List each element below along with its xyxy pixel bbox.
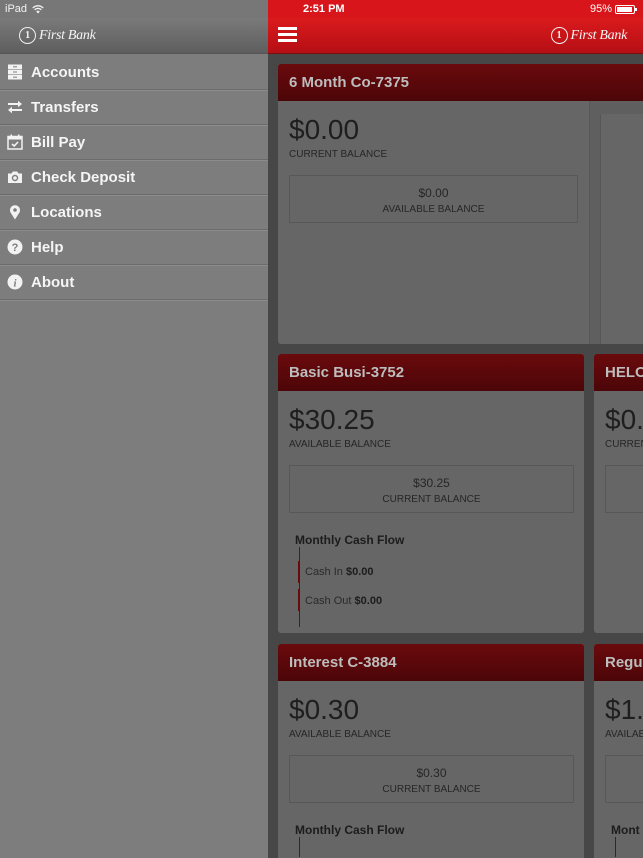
map-pin-icon bbox=[7, 204, 23, 220]
accounts-drawer-icon bbox=[7, 64, 23, 80]
secondary-balance: $0.30 bbox=[416, 766, 447, 780]
bank-seal-icon: 1 bbox=[19, 27, 36, 44]
primary-balance: $0.00 bbox=[289, 114, 360, 145]
sidebar-item-check-deposit[interactable]: Check Deposit bbox=[0, 160, 268, 195]
secondary-balance-box: $0.30 CURRENT BALANCE bbox=[289, 755, 574, 803]
primary-balance: $1. bbox=[605, 694, 643, 725]
sidebar-nav: Accounts Transfers Bill Pay Check Deposi… bbox=[0, 55, 268, 300]
account-card[interactable]: HELO $0. CURREN bbox=[594, 354, 643, 633]
primary-balance: $0. bbox=[605, 404, 643, 435]
transfer-arrows-icon bbox=[7, 99, 23, 115]
primary-balance-label: CURREN bbox=[605, 439, 643, 450]
account-card[interactable]: Basic Busi-3752 $30.25 AVAILABLE BALANCE… bbox=[278, 354, 584, 633]
cash-out-value: $0.00 bbox=[354, 595, 383, 607]
sidebar-item-help[interactable]: ? Help bbox=[0, 230, 268, 265]
secondary-balance-label: CURRENT BALANCE bbox=[382, 784, 481, 795]
wifi-icon bbox=[32, 4, 44, 13]
sidebar-item-label: Bill Pay bbox=[31, 133, 86, 151]
secondary-balance-label: AVAILABLE BALANCE bbox=[382, 204, 485, 215]
info-circle-icon: i bbox=[7, 274, 23, 290]
cash-flow-axis bbox=[299, 547, 300, 627]
account-card[interactable]: 6 Month Co-7375 $0.00 CURRENT BALANCE $0… bbox=[278, 64, 643, 344]
battery-icon bbox=[615, 4, 637, 14]
account-name: Interest C-3884 bbox=[278, 644, 584, 681]
account-name: Regu bbox=[594, 644, 643, 681]
primary-balance: $30.25 bbox=[289, 404, 375, 435]
cash-flow-axis bbox=[615, 837, 616, 857]
account-name: 6 Month Co-7375 bbox=[278, 64, 643, 101]
sidebar-item-label: About bbox=[31, 273, 75, 291]
secondary-balance: $30.25 bbox=[413, 476, 450, 490]
primary-balance: $0.30 bbox=[289, 694, 360, 725]
cash-in-row: Cash In $0.00 bbox=[305, 566, 374, 578]
account-card[interactable]: Regu $1. AVAILAB Mont bbox=[594, 644, 643, 858]
sidebar-item-label: Help bbox=[31, 238, 64, 256]
bank-seal-icon: 1 bbox=[550, 27, 568, 44]
hamburger-menu-button[interactable] bbox=[278, 27, 297, 43]
primary-balance-label: AVAILABLE BALANCE bbox=[289, 729, 391, 740]
hamburger-icon-line bbox=[278, 39, 297, 42]
sidebar-item-transfers[interactable]: Transfers bbox=[0, 90, 268, 125]
logo-text: First Bank bbox=[570, 27, 628, 43]
cash-in-label: Cash In bbox=[305, 566, 343, 578]
camera-icon bbox=[7, 169, 23, 185]
cash-flow-axis bbox=[299, 837, 300, 857]
battery-percent: 95% bbox=[589, 3, 612, 15]
account-card[interactable]: Interest C-3884 $0.30 AVAILABLE BALANCE … bbox=[278, 644, 584, 858]
status-time: 2:51 PM bbox=[303, 3, 345, 15]
secondary-balance-box: $30.25 CURRENT BALANCE bbox=[289, 465, 574, 513]
primary-balance-label: CURRENT BALANCE bbox=[289, 149, 388, 160]
account-name: HELO bbox=[594, 354, 643, 391]
cash-out-label: Cash Out bbox=[305, 595, 352, 607]
app-header: 1 First Bank bbox=[268, 18, 643, 54]
account-detail-inner bbox=[600, 114, 643, 344]
hamburger-icon bbox=[278, 27, 297, 30]
cash-flow-title: Mont bbox=[611, 823, 640, 837]
cash-out-row: Cash Out $0.00 bbox=[305, 595, 382, 607]
cash-in-value: $0.00 bbox=[345, 566, 374, 578]
secondary-balance-box bbox=[605, 755, 643, 803]
sidebar-item-label: Check Deposit bbox=[31, 168, 136, 186]
account-name: Basic Busi-3752 bbox=[278, 354, 584, 391]
sidebar-item-bill-pay[interactable]: Bill Pay bbox=[0, 125, 268, 160]
sidebar-menu: iPad 1 First Bank Accounts Transfers Bil… bbox=[0, 0, 268, 858]
primary-balance-label: AVAILAB bbox=[605, 729, 643, 740]
cash-flow-title: Monthly Cash Flow bbox=[295, 533, 405, 547]
battery-indicator: 95% bbox=[589, 3, 637, 15]
primary-balance-label: AVAILABLE BALANCE bbox=[289, 439, 391, 450]
sidebar-item-label: Accounts bbox=[31, 63, 100, 81]
secondary-balance-box bbox=[605, 465, 643, 513]
sidebar-item-label: Locations bbox=[31, 203, 102, 221]
sidebar-item-about[interactable]: i About bbox=[0, 265, 268, 300]
sidebar-item-locations[interactable]: Locations bbox=[0, 195, 268, 230]
cash-out-bar bbox=[298, 589, 300, 611]
accounts-main-view: 2:51 PM 95% 1 First Bank 6 Month Co-7375… bbox=[268, 0, 643, 858]
logo-text: First Bank bbox=[39, 27, 96, 43]
svg-text:?: ? bbox=[12, 242, 19, 254]
question-circle-icon: ? bbox=[7, 239, 23, 255]
device-label: iPad bbox=[5, 3, 28, 15]
secondary-balance: $0.00 bbox=[418, 186, 449, 200]
hamburger-icon-line bbox=[278, 33, 297, 36]
first-bank-logo: 1 First Bank bbox=[19, 27, 96, 44]
sidebar-item-accounts[interactable]: Accounts bbox=[0, 55, 268, 90]
cash-in-bar bbox=[298, 561, 300, 583]
calendar-check-icon bbox=[7, 134, 23, 150]
cash-flow-title: Monthly Cash Flow bbox=[295, 823, 405, 837]
first-bank-logo: 1 First Bank bbox=[550, 27, 628, 44]
status-bar-left: iPad bbox=[0, 0, 268, 18]
secondary-balance-box: $0.00 AVAILABLE BALANCE bbox=[289, 175, 578, 223]
sidebar-header: 1 First Bank bbox=[0, 18, 268, 54]
status-bar: 2:51 PM 95% bbox=[268, 0, 643, 18]
sidebar-item-label: Transfers bbox=[31, 98, 99, 116]
secondary-balance-label: CURRENT BALANCE bbox=[382, 494, 481, 505]
